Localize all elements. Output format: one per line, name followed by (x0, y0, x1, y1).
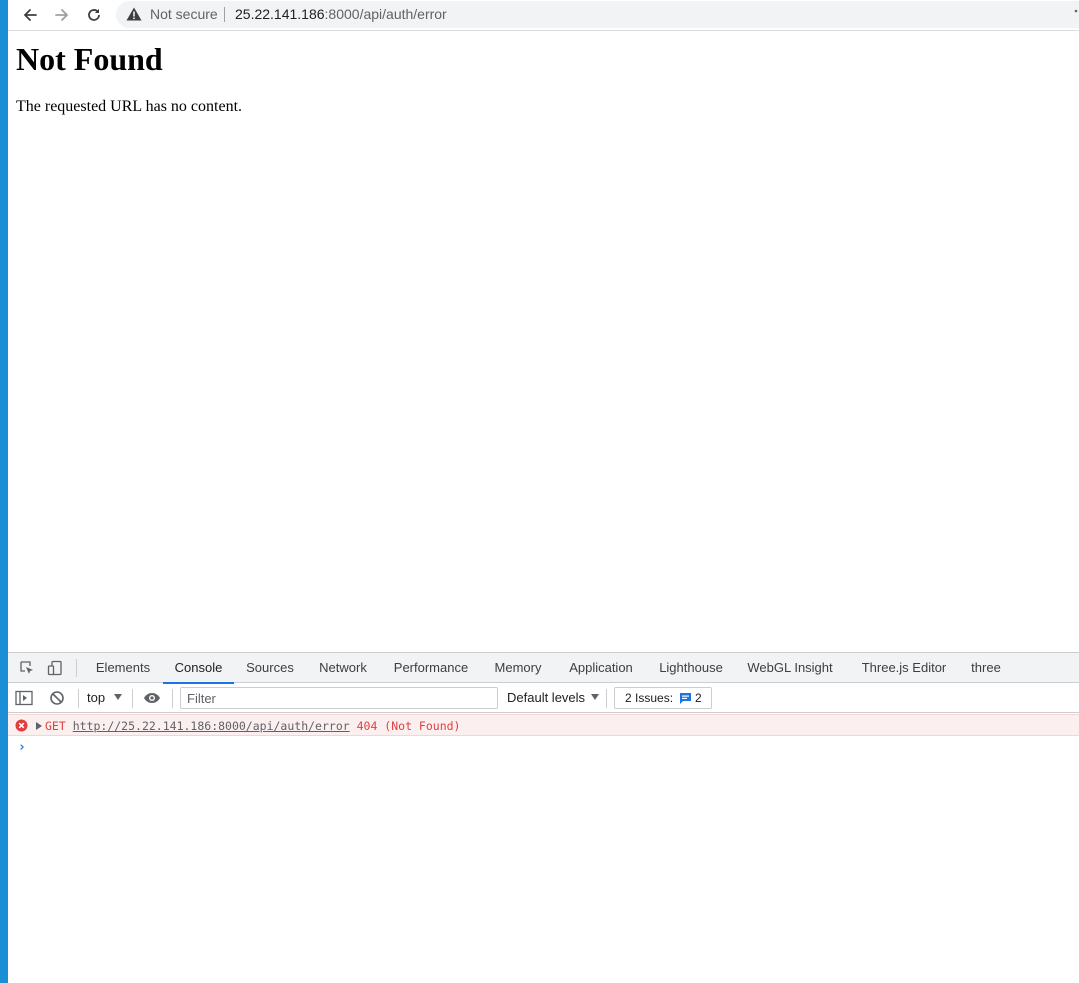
request-url-link[interactable]: http://25.22.141.186:8000/api/auth/error (73, 719, 350, 733)
warning-icon[interactable] (126, 7, 142, 26)
tab-three[interactable]: three (963, 653, 1009, 683)
tab-application[interactable]: Application (560, 653, 642, 683)
sidebar-toggle-icon[interactable] (14, 688, 34, 708)
context-dropdown-arrow-icon[interactable] (114, 694, 122, 700)
tab-console[interactable]: Console (163, 653, 234, 684)
url-host: 25.22.141.186 (235, 6, 325, 22)
address-bar[interactable]: Not secure 25.22.141.186:8000/api/auth/e… (116, 1, 1079, 28)
log-levels-dropdown[interactable]: Default levels (507, 690, 585, 705)
toolbar-divider (172, 689, 173, 708)
devtools-tab-bar: Elements Console Sources Network Perform… (8, 653, 1079, 684)
issues-count: 2 (695, 691, 702, 705)
reload-icon[interactable] (81, 3, 107, 27)
back-arrow-icon[interactable] (17, 3, 43, 27)
inspect-element-icon[interactable] (17, 658, 37, 678)
issue-message-icon (679, 692, 692, 704)
eye-icon[interactable] (142, 688, 162, 708)
forward-arrow-icon[interactable] (49, 3, 75, 27)
issues-label: 2 Issues: (625, 691, 674, 705)
error-icon (15, 719, 28, 735)
console-error-row[interactable]: GET http://25.22.141.186:8000/api/auth/e… (8, 714, 1079, 736)
tab-divider (76, 659, 77, 677)
security-label[interactable]: Not secure (150, 6, 218, 22)
response-status: 404 (Not Found) (356, 719, 461, 733)
browser-toolbar: Not secure 25.22.141.186:8000/api/auth/e… (8, 0, 1079, 31)
console-toolbar: top Default levels 2 Issues: 2 (8, 684, 1079, 713)
omnibox-divider (224, 7, 225, 22)
levels-dropdown-arrow-icon[interactable] (591, 694, 599, 700)
tab-webgl-insight[interactable]: WebGL Insight (741, 653, 839, 683)
page-heading: Not Found (16, 41, 163, 77)
filter-input[interactable] (180, 687, 498, 709)
tab-lighthouse[interactable]: Lighthouse (652, 653, 730, 683)
url-path: :8000/api/auth/error (324, 6, 447, 22)
url-text[interactable]: 25.22.141.186:8000/api/auth/error (235, 6, 447, 22)
expand-triangle-icon[interactable] (36, 722, 42, 730)
tab-threejs-editor[interactable]: Three.js Editor (853, 653, 955, 683)
tab-sources[interactable]: Sources (239, 653, 301, 683)
desktop-edge-strip (0, 0, 8, 983)
clear-console-icon[interactable] (47, 688, 67, 708)
page-body-text: The requested URL has no content. (16, 98, 243, 115)
issues-button[interactable]: 2 Issues: 2 (614, 687, 712, 709)
console-prompt[interactable]: › (18, 740, 26, 755)
devtools-panel: Elements Console Sources Network Perform… (8, 652, 1079, 983)
toolbar-divider (606, 689, 607, 708)
tab-memory[interactable]: Memory (486, 653, 550, 683)
tab-network[interactable]: Network (310, 653, 376, 683)
tab-elements[interactable]: Elements (88, 653, 158, 683)
toolbar-divider (78, 689, 79, 708)
toolbar-divider (132, 689, 133, 708)
menu-dots-icon[interactable] (1074, 8, 1078, 20)
tab-performance[interactable]: Performance (387, 653, 475, 683)
error-message: GET http://25.22.141.186:8000/api/auth/e… (45, 719, 460, 733)
page-content: Not Found The requested URL has no conte… (8, 32, 1079, 652)
context-selector[interactable]: top (87, 690, 105, 705)
device-toolbar-icon[interactable] (45, 658, 65, 678)
request-method: GET (45, 719, 66, 733)
